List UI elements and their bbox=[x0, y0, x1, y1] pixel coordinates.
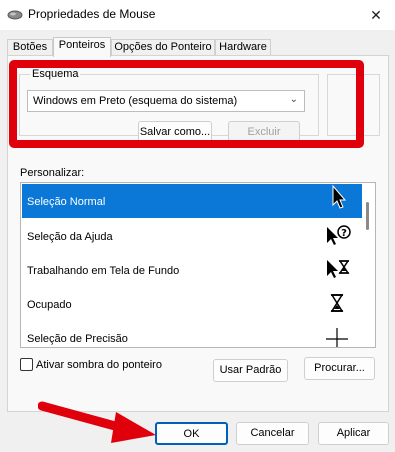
tab-ponteiros[interactable]: Ponteiros bbox=[53, 37, 111, 57]
shadow-checkbox[interactable] bbox=[20, 358, 33, 371]
list-scrollbar[interactable] bbox=[362, 184, 374, 346]
working-in-background-icon bbox=[327, 260, 350, 278]
close-icon: ✕ bbox=[370, 6, 382, 23]
delete-button[interactable]: Excluir bbox=[228, 121, 300, 143]
hourglass-icon bbox=[330, 294, 344, 312]
shadow-checkbox-label: Ativar sombra do ponteiro bbox=[36, 359, 162, 371]
list-item-label: Seleção de Precisão bbox=[27, 333, 128, 345]
list-item[interactable]: Seleção da Ajuda ? bbox=[22, 219, 362, 253]
tab-botoes[interactable]: Botões bbox=[7, 39, 53, 56]
scheme-select-value: Windows em Preto (esquema do sistema) bbox=[33, 95, 238, 107]
tab-hardware[interactable]: Hardware bbox=[215, 39, 271, 56]
use-default-button[interactable]: Usar Padrão bbox=[213, 359, 288, 382]
crosshair-icon bbox=[326, 328, 348, 347]
browse-button[interactable]: Procurar... bbox=[304, 357, 375, 380]
save-as-button[interactable]: Salvar como... bbox=[138, 121, 212, 143]
scheme-group-label: Esquema bbox=[30, 68, 81, 80]
list-item[interactable]: Seleção de Precisão bbox=[22, 321, 362, 347]
title-bar: Propriedades de Mouse ✕ bbox=[0, 0, 395, 30]
arrow-pointer-icon bbox=[332, 184, 347, 209]
list-item[interactable]: Seleção Normal bbox=[22, 184, 362, 218]
chevron-down-icon: ⌄ bbox=[289, 94, 298, 105]
cancel-button[interactable]: Cancelar bbox=[236, 422, 309, 445]
help-select-icon: ? bbox=[327, 225, 351, 245]
scheme-select[interactable]: Windows em Preto (esquema do sistema) ⌄ bbox=[27, 90, 305, 112]
mouse-icon bbox=[7, 10, 23, 20]
red-arrow-annotation bbox=[38, 401, 156, 443]
cursor-list[interactable]: Seleção Normal Seleção da Ajuda ? Trabal… bbox=[20, 182, 376, 348]
list-item[interactable]: Trabalhando em Tela de Fundo bbox=[22, 253, 362, 287]
ok-button[interactable]: OK bbox=[155, 422, 228, 445]
cursor-preview bbox=[327, 74, 380, 136]
apply-button[interactable]: Aplicar bbox=[318, 422, 389, 445]
customize-label: Personalizar: bbox=[20, 167, 85, 179]
scrollbar-thumb[interactable] bbox=[366, 202, 369, 230]
list-item-label: Seleção Normal bbox=[27, 196, 106, 208]
list-item-label: Trabalhando em Tela de Fundo bbox=[27, 265, 180, 277]
tab-opcoes-do-ponteiro[interactable]: Opções do Ponteiro bbox=[111, 39, 215, 56]
window-title: Propriedades de Mouse bbox=[28, 7, 156, 21]
svg-text:?: ? bbox=[341, 228, 347, 239]
list-item[interactable]: Ocupado bbox=[22, 287, 362, 321]
close-button[interactable]: ✕ bbox=[357, 0, 395, 30]
list-item-label: Seleção da Ajuda bbox=[27, 231, 113, 243]
list-item-label: Ocupado bbox=[27, 299, 72, 311]
